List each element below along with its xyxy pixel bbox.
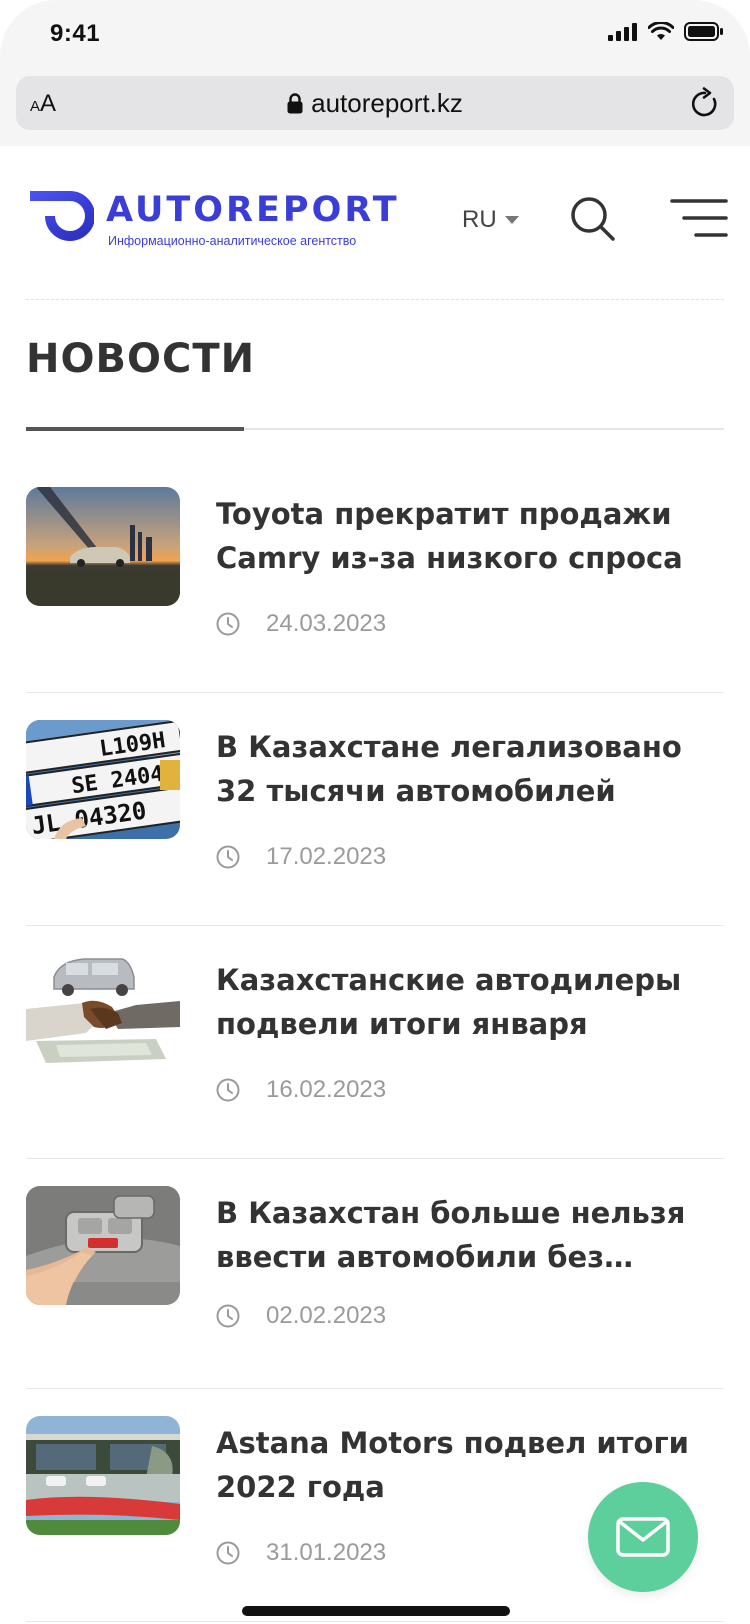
hamburger-menu-icon[interactable]	[670, 198, 728, 238]
phone-screen: 9:41 AA autoreport.kz AUTOREPORT Информа…	[0, 0, 750, 1624]
title-underline-accent	[26, 427, 244, 431]
status-icons	[608, 22, 724, 41]
battery-icon	[684, 22, 723, 41]
news-thumbnail[interactable]	[26, 953, 180, 1072]
news-date-text: 24.03.2023	[266, 610, 387, 637]
clock-icon	[216, 845, 240, 869]
news-date: 31.01.2023	[216, 1539, 386, 1567]
news-item[interactable]: Казахстанские автодилеры подвели итоги я…	[26, 926, 724, 1159]
site-header: AUTOREPORT Информационно-аналитическое а…	[0, 146, 750, 300]
news-item[interactable]: L109H SE 2404 JL 04320 В Казахстане лега…	[26, 693, 724, 926]
logo-mark-icon	[30, 191, 94, 241]
sos-button-image-icon	[26, 1186, 180, 1305]
search-icon[interactable]	[570, 196, 616, 242]
license-plates-image-icon: L109H SE 2404 JL 04320	[26, 720, 180, 839]
clock-icon	[216, 1541, 240, 1565]
news-item[interactable]: В Казахстан больше нельзя ввести автомоб…	[26, 1159, 724, 1389]
news-date-text: 16.02.2023	[266, 1076, 387, 1103]
news-item[interactable]: Toyota прекратит продажи Camry из-за низ…	[26, 460, 724, 693]
handshake-car-image-icon	[26, 953, 180, 1072]
language-label: RU	[462, 206, 497, 233]
header-divider	[26, 299, 724, 300]
contact-mail-button[interactable]	[588, 1482, 698, 1592]
mail-icon	[616, 1517, 670, 1557]
home-indicator[interactable]	[242, 1606, 510, 1616]
logo-wordmark: AUTOREPORT	[106, 190, 400, 230]
url-display[interactable]: autoreport.kz	[16, 88, 734, 119]
wifi-icon	[648, 22, 674, 40]
reload-icon[interactable]	[690, 87, 720, 119]
news-date: 16.02.2023	[216, 1076, 386, 1104]
site-logo[interactable]: AUTOREPORT Информационно-аналитическое а…	[30, 190, 397, 260]
news-thumbnail[interactable]	[26, 1416, 180, 1535]
cellular-signal-icon	[608, 22, 637, 41]
news-date-text: 02.02.2023	[266, 1302, 387, 1329]
clock-icon	[216, 1078, 240, 1102]
sunset-car-image-icon	[26, 487, 180, 606]
clock-icon	[216, 612, 240, 636]
news-title[interactable]: Казахстанские автодилеры подвели итоги я…	[216, 958, 721, 1046]
logo-tagline: Информационно-аналитическое агентство	[108, 234, 357, 248]
news-thumbnail[interactable]	[26, 487, 180, 606]
clock-icon	[216, 1304, 240, 1328]
language-selector[interactable]: RU	[462, 206, 519, 234]
news-date: 24.03.2023	[216, 610, 386, 638]
news-title[interactable]: В Казахстан больше нельзя ввести автомоб…	[216, 1191, 721, 1279]
news-list: Toyota прекратит продажи Camry из-за низ…	[26, 460, 724, 1622]
address-bar[interactable]: AA autoreport.kz	[16, 76, 734, 130]
caret-down-icon	[504, 215, 519, 224]
status-time: 9:41	[50, 20, 101, 47]
news-title[interactable]: Toyota прекратит продажи Camry из-за низ…	[216, 492, 721, 580]
news-title[interactable]: В Казахстане легализовано 32 тысячи авто…	[216, 725, 721, 813]
news-date: 02.02.2023	[216, 1302, 386, 1330]
browser-chrome: 9:41 AA autoreport.kz	[0, 0, 750, 146]
news-thumbnail[interactable]: L109H SE 2404 JL 04320	[26, 720, 180, 839]
news-date: 17.02.2023	[216, 843, 386, 871]
dealership-image-icon	[26, 1416, 180, 1535]
url-text: autoreport.kz	[311, 88, 463, 118]
news-date-text: 17.02.2023	[266, 843, 387, 870]
news-date-text: 31.01.2023	[266, 1539, 387, 1566]
page-title: НОВОСТИ	[26, 336, 256, 382]
lock-icon	[287, 93, 303, 114]
news-thumbnail[interactable]	[26, 1186, 180, 1305]
